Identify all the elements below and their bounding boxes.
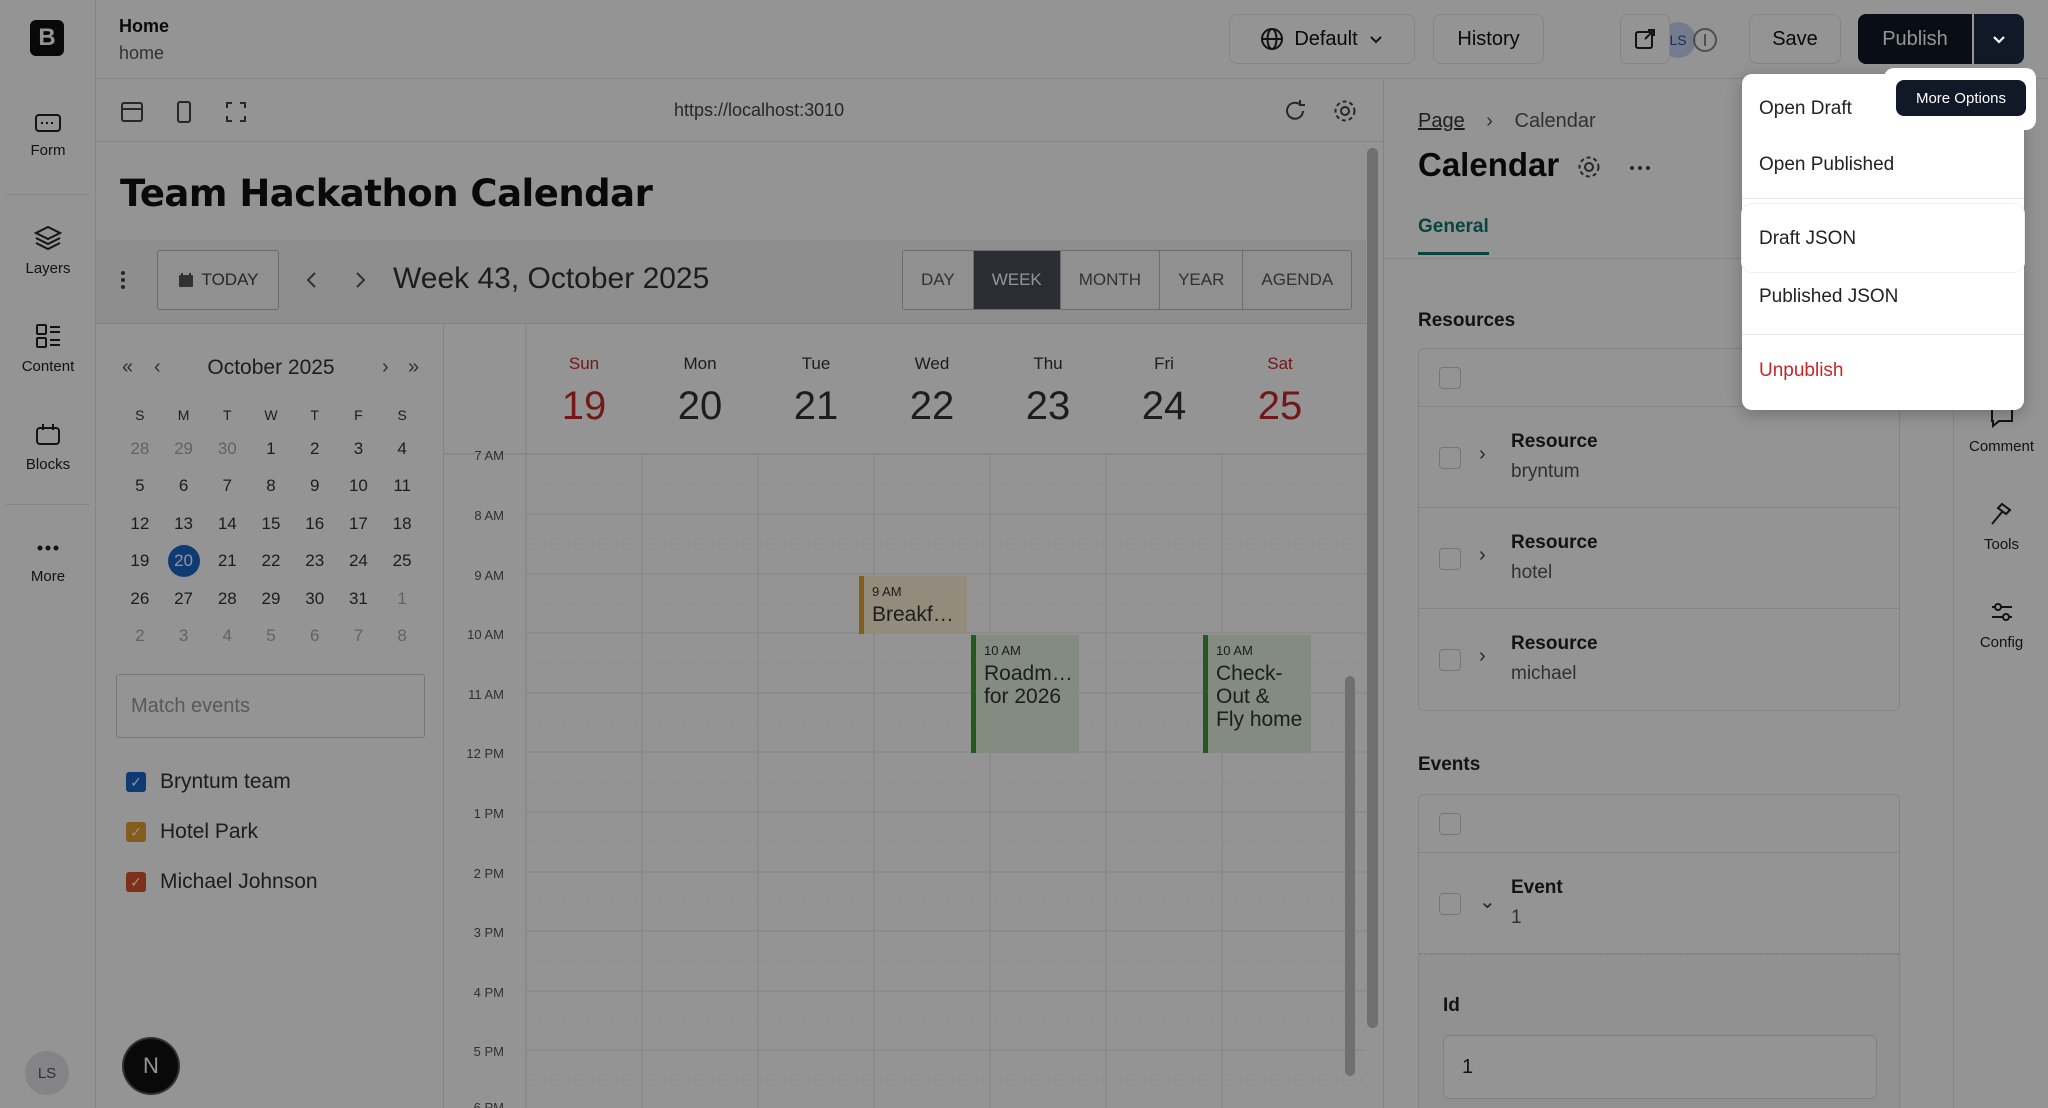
more-options-button[interactable] bbox=[1974, 14, 2024, 64]
menu-draft-json[interactable]: Draft JSON bbox=[1742, 204, 2024, 272]
more-options-tooltip: More Options bbox=[1896, 80, 2026, 116]
menu-published-json[interactable]: Published JSON bbox=[1742, 270, 2024, 324]
menu-unpublish[interactable]: Unpublish bbox=[1742, 344, 2024, 398]
menu-open-published[interactable]: Open Published bbox=[1742, 138, 2024, 192]
overlay-backdrop[interactable] bbox=[0, 0, 2048, 1108]
chevron-down-icon bbox=[1993, 36, 2005, 44]
